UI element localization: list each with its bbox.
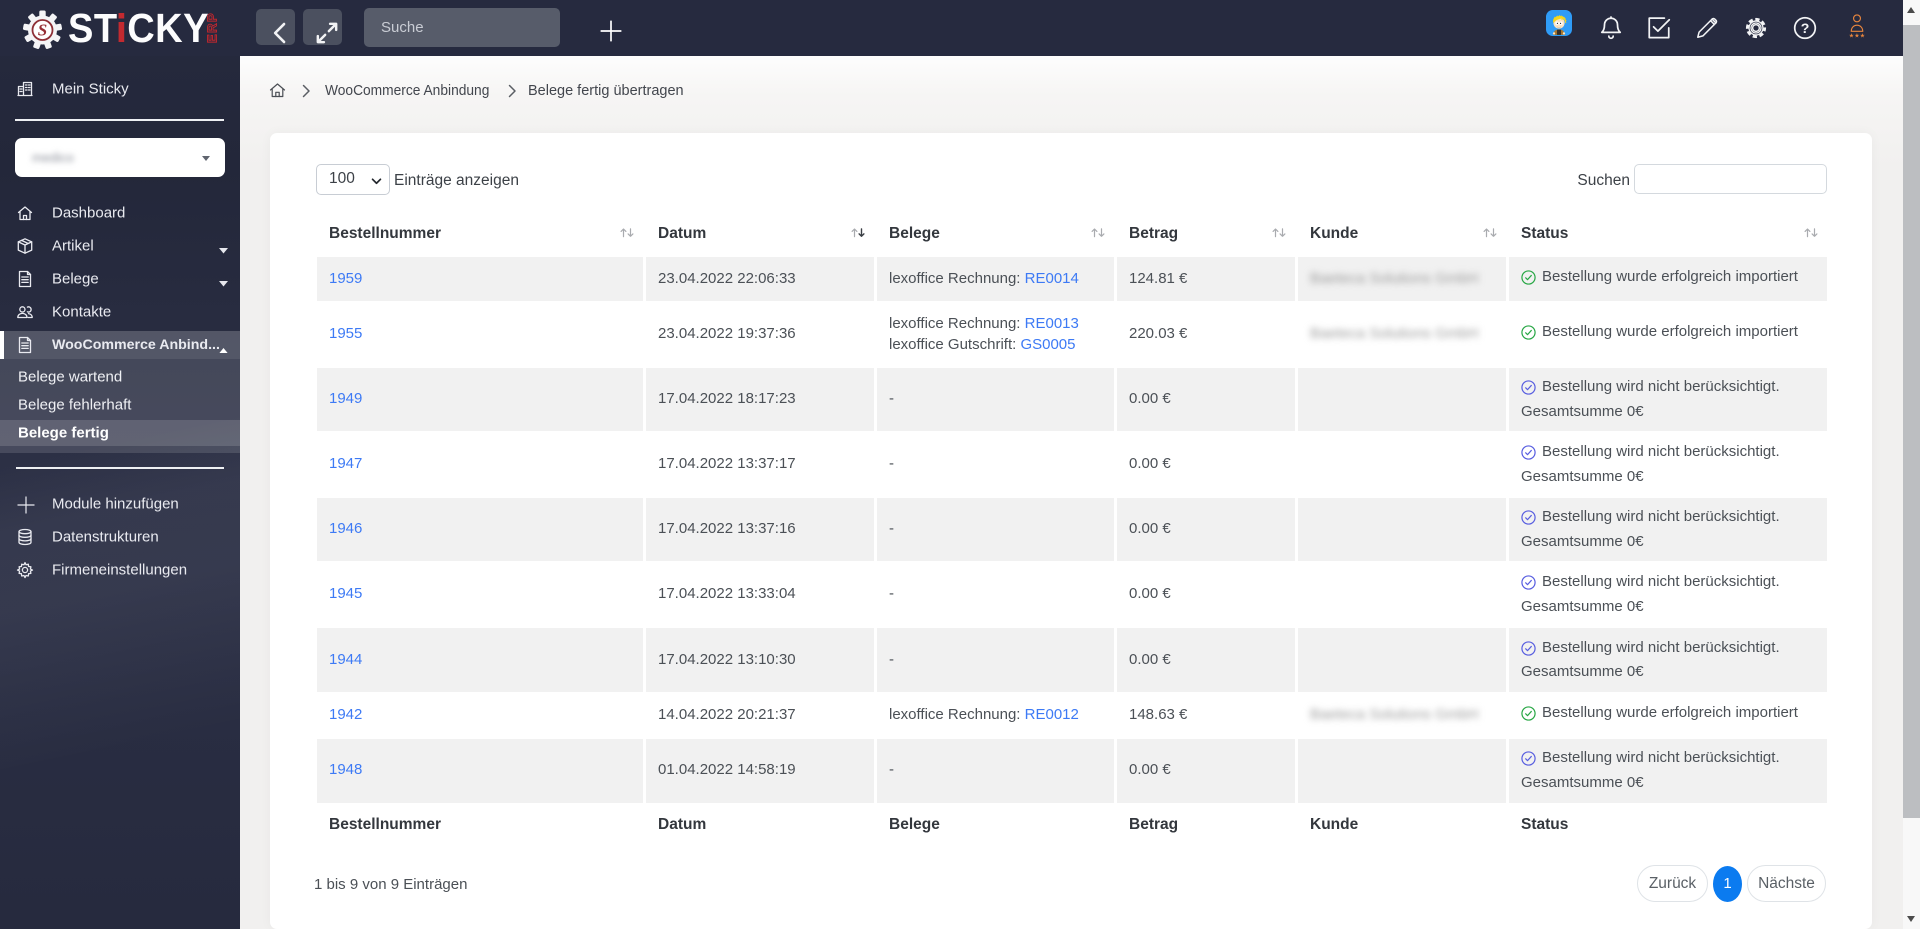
svg-text:ERP: ERP xyxy=(205,12,220,43)
svg-text:S: S xyxy=(38,21,47,40)
svg-text:?: ? xyxy=(1801,20,1810,36)
svg-text:ST: ST xyxy=(68,6,118,51)
svg-text:★★★: ★★★ xyxy=(1849,32,1865,39)
svg-text:CKY: CKY xyxy=(127,6,209,51)
